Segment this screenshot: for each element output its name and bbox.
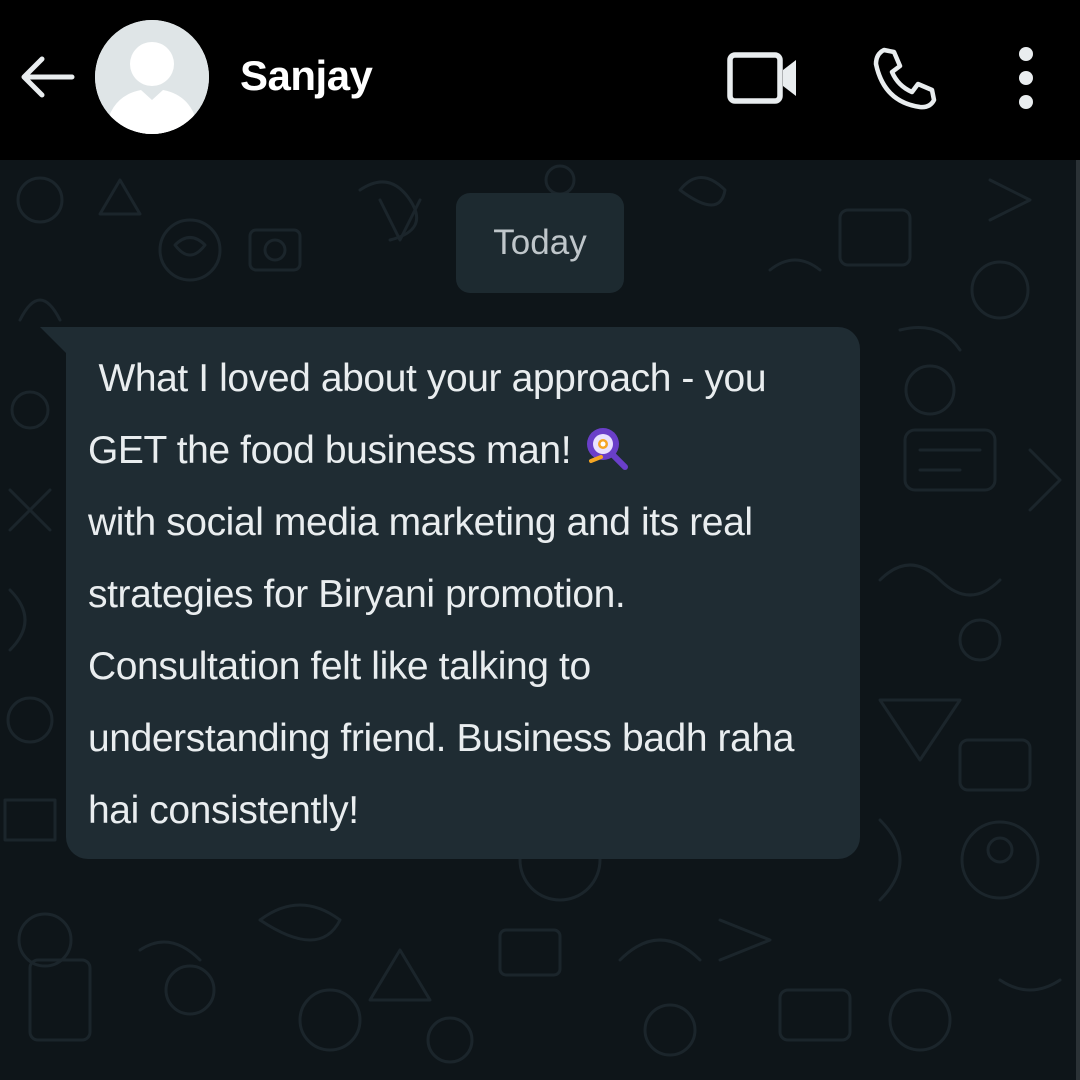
- scrollbar[interactable]: [1076, 160, 1080, 1080]
- default-avatar-icon: [95, 20, 209, 134]
- phone-icon: [873, 47, 937, 110]
- arrow-left-icon: [21, 56, 75, 98]
- back-button[interactable]: [14, 44, 80, 110]
- message-bubble-tail: [40, 327, 68, 355]
- message-text: What I loved about your approach - you G…: [88, 343, 826, 847]
- message-text-part-2: with social media marketing and its real…: [88, 501, 805, 832]
- message-text-part-1: What I loved about your approach - you G…: [88, 357, 777, 472]
- chat-area[interactable]: Today What I loved about your approach -…: [0, 160, 1080, 1080]
- chat-header: Sanjay: [0, 0, 1080, 160]
- voice-call-button[interactable]: [864, 36, 944, 120]
- kebab-menu-icon: [1019, 47, 1033, 109]
- menu-button[interactable]: [1000, 36, 1052, 120]
- magnifying-glass-emoji-icon: [587, 428, 629, 470]
- avatar[interactable]: [95, 20, 209, 134]
- message-bubble[interactable]: What I loved about your approach - you G…: [66, 327, 860, 859]
- chat-screen: Sanjay Today What I loved about your app…: [0, 0, 1080, 1080]
- video-camera-icon: [727, 52, 796, 104]
- contact-name[interactable]: Sanjay: [240, 50, 373, 102]
- date-separator: Today: [456, 193, 624, 293]
- video-call-button[interactable]: [722, 36, 806, 120]
